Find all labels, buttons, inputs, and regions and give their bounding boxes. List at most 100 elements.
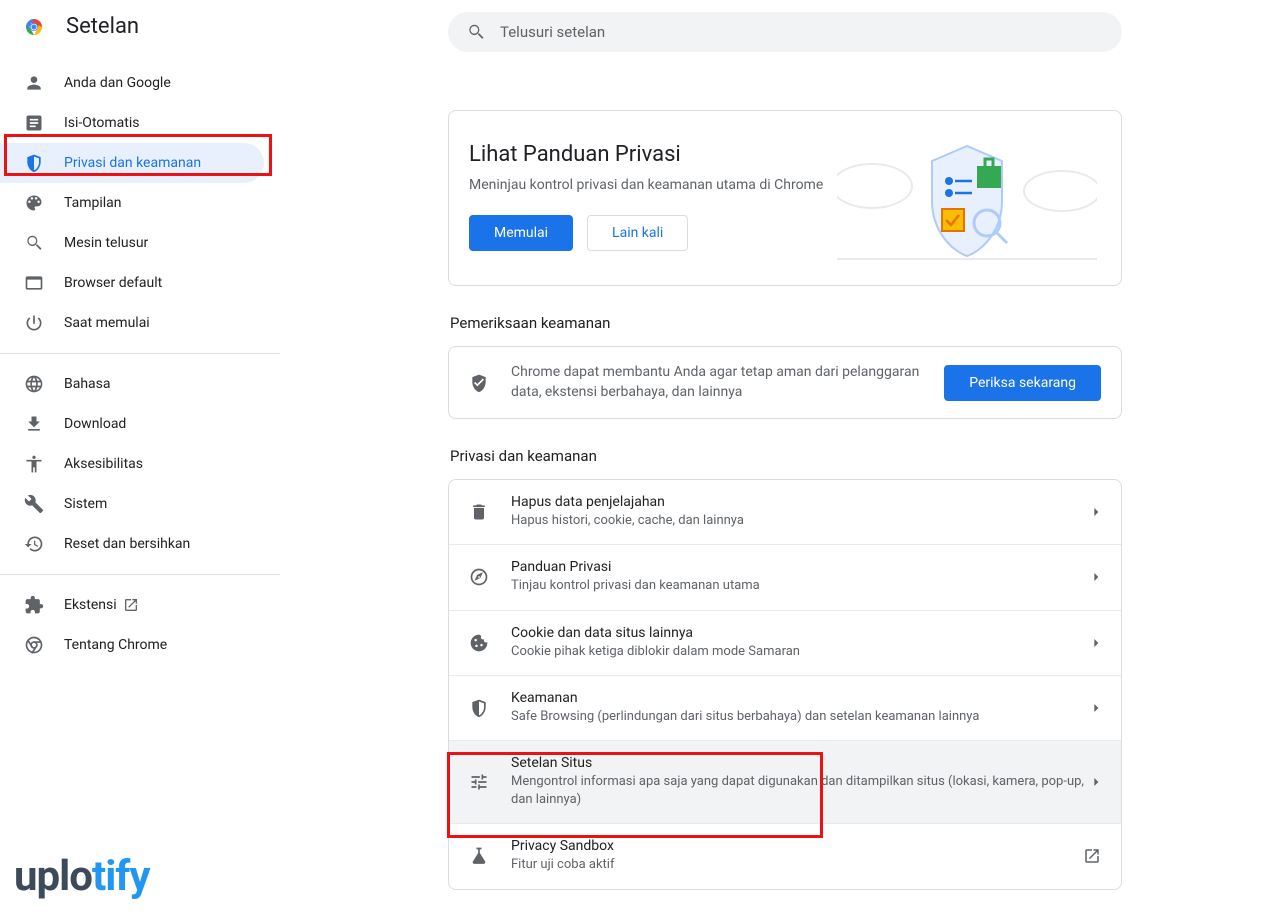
chevron-right-icon [1093, 639, 1101, 647]
shield-icon [469, 698, 489, 718]
restore-icon [24, 534, 44, 554]
row-title: Setelan Situs [511, 755, 1093, 771]
sidebar-item-label: Saat memulai [64, 315, 150, 331]
guide-title: Lihat Panduan Privasi [469, 142, 823, 167]
sidebar-item-system[interactable]: Sistem [0, 484, 264, 524]
launch-icon [123, 597, 139, 613]
row-title: Cookie dan data situs lainnya [511, 625, 1093, 641]
accessibility-icon [24, 454, 44, 474]
sidebar-item-label: Bahasa [64, 376, 111, 392]
sidebar-item-label: Ekstensi [64, 597, 117, 613]
row-text: Privacy Sandbox Fitur uji coba aktif [511, 838, 1083, 874]
shield-icon [24, 153, 44, 173]
divider [0, 353, 280, 354]
start-button[interactable]: Memulai [469, 215, 573, 251]
privacy-header: Privasi dan keamanan [450, 447, 1122, 465]
row-clear-data[interactable]: Hapus data penjelajahan Hapus histori, c… [449, 480, 1121, 544]
sidebar-item-label: Sistem [64, 496, 107, 512]
row-sub: Cookie pihak ketiga diblokir dalam mode … [511, 643, 1093, 661]
privacy-card: Hapus data penjelajahan Hapus histori, c… [448, 479, 1122, 889]
verified-icon [469, 373, 489, 393]
safety-header: Pemeriksaan keamanan [450, 314, 1122, 332]
guide-buttons: Memulai Lain kali [469, 215, 823, 251]
row-site-settings[interactable]: Setelan Situs Mengontrol informasi apa s… [449, 740, 1121, 823]
row-text: Keamanan Safe Browsing (perlindungan dar… [511, 690, 1093, 726]
launch-icon [1083, 847, 1101, 865]
sidebar-item-you-and-google[interactable]: Anda dan Google [0, 63, 264, 103]
sidebar-item-label: Tentang Chrome [64, 637, 167, 653]
row-title: Keamanan [511, 690, 1093, 706]
page-title-row: Setelan [0, 14, 280, 39]
row-cookies[interactable]: Cookie dan data situs lainnya Cookie pih… [449, 610, 1121, 675]
sidebar-item-autofill[interactable]: Isi-Otomatis [0, 103, 264, 143]
sidebar-item-extensions[interactable]: Ekstensi [0, 585, 264, 625]
sidebar-item-privacy[interactable]: Privasi dan keamanan [0, 143, 264, 183]
sidebar-item-label: Browser default [64, 275, 162, 291]
sidebar-item-about[interactable]: Tentang Chrome [0, 625, 264, 665]
row-title: Panduan Privasi [511, 559, 1093, 575]
main: Lihat Panduan Privasi Meninjau kontrol p… [280, 0, 1280, 921]
sidebar-item-on-startup[interactable]: Saat memulai [0, 303, 264, 343]
sidebar-item-appearance[interactable]: Tampilan [0, 183, 264, 223]
sidebar-item-label: Tampilan [64, 195, 122, 211]
sidebar-item-label: Isi-Otomatis [64, 115, 139, 131]
nav-group-2: Bahasa Download Aksesibilitas Sistem Res… [0, 362, 280, 566]
search-bar[interactable] [448, 12, 1122, 52]
trash-icon [469, 502, 489, 522]
row-text: Setelan Situs Mengontrol informasi apa s… [511, 755, 1093, 809]
later-button[interactable]: Lain kali [587, 215, 688, 251]
download-icon [24, 414, 44, 434]
row-title: Privacy Sandbox [511, 838, 1083, 854]
wrench-icon [24, 494, 44, 514]
sidebar-item-language[interactable]: Bahasa [0, 364, 264, 404]
tune-icon [469, 772, 489, 792]
row-privacy-guide[interactable]: Panduan Privasi Tinjau kontrol privasi d… [449, 544, 1121, 609]
nav-group-3: Ekstensi Tentang Chrome [0, 583, 280, 667]
row-security[interactable]: Keamanan Safe Browsing (perlindungan dar… [449, 675, 1121, 740]
guide-illustration [837, 131, 1097, 261]
divider [0, 574, 280, 575]
person-icon [24, 73, 44, 93]
search-icon [24, 233, 44, 253]
chevron-right-icon [1093, 573, 1101, 581]
chevron-right-icon [1093, 508, 1101, 516]
sidebar-item-default-browser[interactable]: Browser default [0, 263, 264, 303]
sidebar-item-label: Privasi dan keamanan [64, 155, 201, 171]
search-input[interactable] [500, 23, 1104, 41]
search-icon [466, 22, 486, 42]
sidebar-item-label: Reset dan bersihkan [64, 536, 190, 552]
sidebar-item-search-engine[interactable]: Mesin telusur [0, 223, 264, 263]
sidebar-item-accessibility[interactable]: Aksesibilitas [0, 444, 264, 484]
chevron-right-icon [1093, 778, 1101, 786]
row-sub: Fitur uji coba aktif [511, 856, 1083, 874]
row-sub: Mengontrol informasi apa saja yang dapat… [511, 773, 1093, 809]
nav-group-1: Anda dan Google Isi-Otomatis Privasi dan… [0, 61, 280, 345]
content: Lihat Panduan Privasi Meninjau kontrol p… [280, 52, 1280, 890]
chrome-outline-icon [24, 635, 44, 655]
safety-text: Chrome dapat membantu Anda agar tetap am… [511, 363, 944, 402]
row-text: Panduan Privasi Tinjau kontrol privasi d… [511, 559, 1093, 595]
safety-card: Chrome dapat membantu Anda agar tetap am… [448, 346, 1122, 419]
sidebar: Setelan Anda dan Google Isi-Otomatis Pri… [0, 0, 280, 921]
check-now-button[interactable]: Periksa sekarang [944, 365, 1101, 401]
row-text: Hapus data penjelajahan Hapus histori, c… [511, 494, 1093, 530]
sidebar-item-reset[interactable]: Reset dan bersihkan [0, 524, 264, 564]
row-sub: Hapus histori, cookie, cache, dan lainny… [511, 512, 1093, 530]
palette-icon [24, 193, 44, 213]
sidebar-item-label: Anda dan Google [64, 75, 171, 91]
chrome-logo-icon [22, 15, 46, 39]
sidebar-item-download[interactable]: Download [0, 404, 264, 444]
sidebar-item-label: Aksesibilitas [64, 456, 143, 472]
autofill-icon [24, 113, 44, 133]
sidebar-item-label: Mesin telusur [64, 235, 148, 251]
cookie-icon [469, 633, 489, 653]
privacy-guide-card: Lihat Panduan Privasi Meninjau kontrol p… [448, 110, 1122, 286]
row-sub: Safe Browsing (perlindungan dari situs b… [511, 708, 1093, 726]
row-privacy-sandbox[interactable]: Privacy Sandbox Fitur uji coba aktif [449, 823, 1121, 888]
row-sub: Tinjau kontrol privasi dan keamanan utam… [511, 577, 1093, 595]
flask-icon [469, 846, 489, 866]
chevron-right-icon [1093, 704, 1101, 712]
watermark-b: tify [92, 852, 150, 901]
watermark-a: uplo [14, 852, 92, 901]
row-title: Hapus data penjelajahan [511, 494, 1093, 510]
